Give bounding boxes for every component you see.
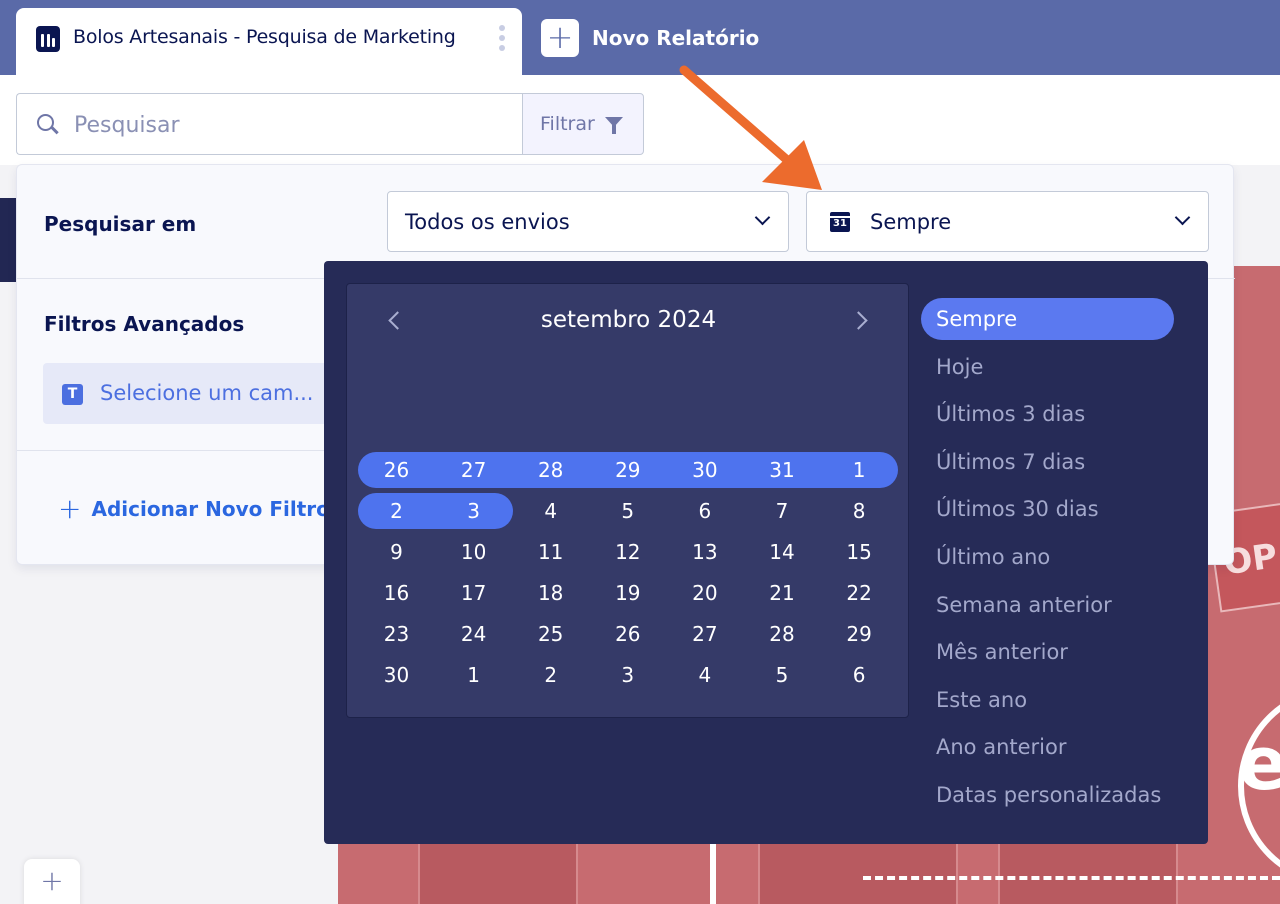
date-preset-option[interactable]: Mês anterior [921, 631, 1175, 679]
calendar-day[interactable]: 28 [744, 616, 821, 652]
calendar-day[interactable]: 19 [589, 575, 666, 611]
calendar-day[interactable]: 21 [744, 575, 821, 611]
calendar-day[interactable]: 27 [435, 452, 512, 488]
calendar-day[interactable]: 29 [821, 616, 898, 652]
calendar-day[interactable]: 4 [512, 493, 589, 529]
calendar-day[interactable]: 22 [821, 575, 898, 611]
plus-icon: + [541, 19, 579, 57]
date-preset-option[interactable]: Últimos 7 dias [921, 441, 1175, 489]
text-field-icon: T [62, 384, 83, 405]
add-filter-button[interactable]: + Adicionar Novo Filtro [58, 495, 330, 523]
calendar-day[interactable]: 12 [589, 534, 666, 570]
plus-icon: + [58, 492, 82, 525]
calendar-day[interactable]: 11 [512, 534, 589, 570]
search-box [16, 93, 523, 155]
calendar-day[interactable]: 1 [435, 657, 512, 693]
date-preset-option[interactable]: Hoje [921, 346, 1175, 394]
calendar-day[interactable]: 25 [512, 616, 589, 652]
calendar-day[interactable]: 26 [589, 616, 666, 652]
calendar-day[interactable]: 9 [358, 534, 435, 570]
calendar-day[interactable]: 1 [821, 452, 898, 488]
new-report-label: Novo Relatório [592, 26, 760, 50]
calendar-icon: 31 [830, 212, 850, 232]
calendar-day[interactable]: 17 [435, 575, 512, 611]
calendar-day[interactable]: 16 [358, 575, 435, 611]
calendar-day[interactable]: 28 [512, 452, 589, 488]
search-icon [37, 114, 59, 136]
calendar-day[interactable]: 4 [666, 657, 743, 693]
new-report-button[interactable]: + Novo Relatório [541, 19, 759, 57]
calendar-day[interactable]: 8 [821, 493, 898, 529]
tab-report-active[interactable]: Bolos Artesanais - Pesquisa de Marketing [16, 8, 522, 75]
calendar-day[interactable]: 13 [666, 534, 743, 570]
date-presets-list: Sempre Hoje Últimos 3 dias Últimos 7 dias Úl… [921, 298, 1175, 822]
date-preset-option[interactable]: Último ano [921, 536, 1175, 584]
date-range-value: Sempre [870, 210, 952, 234]
chevron-down-icon [1174, 209, 1191, 226]
date-preset-option[interactable]: Sempre [921, 298, 1174, 340]
report-icon [36, 26, 60, 52]
calendar-day[interactable]: 30 [666, 452, 743, 488]
submissions-value: Todos os envios [405, 210, 570, 234]
advanced-filters-label: Filtros Avançados [44, 312, 245, 336]
tab-bar: Bolos Artesanais - Pesquisa de Marketing… [0, 0, 1280, 75]
date-preset-option[interactable]: Semana anterior [921, 584, 1175, 632]
search-in-label: Pesquisar em [44, 212, 197, 236]
more-vertical-icon[interactable] [499, 25, 505, 53]
calendar-day[interactable]: 3 [589, 657, 666, 693]
date-preset-option[interactable]: Este ano [921, 679, 1175, 727]
calendar-day[interactable]: 5 [589, 493, 666, 529]
calendar-day[interactable]: 30 [358, 657, 435, 693]
calendar-day[interactable]: 5 [744, 657, 821, 693]
date-preset-option[interactable]: Ano anterior [921, 726, 1175, 774]
calendar-day[interactable]: 31 [744, 452, 821, 488]
calendar-day[interactable]: 10 [435, 534, 512, 570]
filter-button[interactable]: Filtrar [522, 93, 644, 155]
calendar-day[interactable]: 2 [512, 657, 589, 693]
calendar-day[interactable]: 29 [589, 452, 666, 488]
date-picker-popup: setembro 2024 26 27 28 29 30 31 1 2 3 4 5 6 7 8 9 10 11 1… [324, 261, 1208, 844]
add-page-button[interactable]: + [24, 859, 80, 904]
calendar-day[interactable]: 2 [358, 493, 435, 529]
calendar-day[interactable]: 23 [358, 616, 435, 652]
field-select[interactable]: T Selecione um cam... [43, 363, 333, 424]
calendar-day[interactable]: 3 [435, 493, 512, 529]
calendar-day[interactable]: 18 [512, 575, 589, 611]
calendar-day[interactable]: 6 [821, 657, 898, 693]
date-preset-option[interactable]: Datas personalizadas [921, 774, 1175, 822]
date-preset-option[interactable]: Últimos 30 dias [921, 488, 1175, 536]
calendar-day[interactable]: 6 [666, 493, 743, 529]
calendar-day[interactable]: 15 [821, 534, 898, 570]
search-input[interactable] [74, 109, 494, 141]
date-range-dropdown[interactable]: 31 Sempre [806, 191, 1209, 252]
add-filter-label: Adicionar Novo Filtro [91, 497, 330, 521]
date-preset-option[interactable]: Últimos 3 dias [921, 393, 1175, 441]
filter-label: Filtrar [540, 113, 595, 135]
calendar-day[interactable]: 14 [744, 534, 821, 570]
calendar-day[interactable]: 7 [744, 493, 821, 529]
funnel-icon [604, 117, 623, 134]
field-select-label: Selecione um cam... [100, 381, 314, 405]
calendar-day[interactable]: 24 [435, 616, 512, 652]
calendar-month-title: setembro 2024 [540, 307, 717, 333]
calendar-day[interactable]: 27 [666, 616, 743, 652]
calendar-day[interactable]: 26 [358, 452, 435, 488]
calendar-day[interactable]: 20 [666, 575, 743, 611]
calendar: setembro 2024 26 27 28 29 30 31 1 2 3 4 5 6 7 8 9 10 11 1… [346, 283, 909, 718]
submissions-dropdown[interactable]: Todos os envios [387, 191, 789, 252]
left-strip [0, 198, 16, 282]
chevron-down-icon [754, 209, 771, 226]
tab-title: Bolos Artesanais - Pesquisa de Marketing [73, 26, 456, 48]
